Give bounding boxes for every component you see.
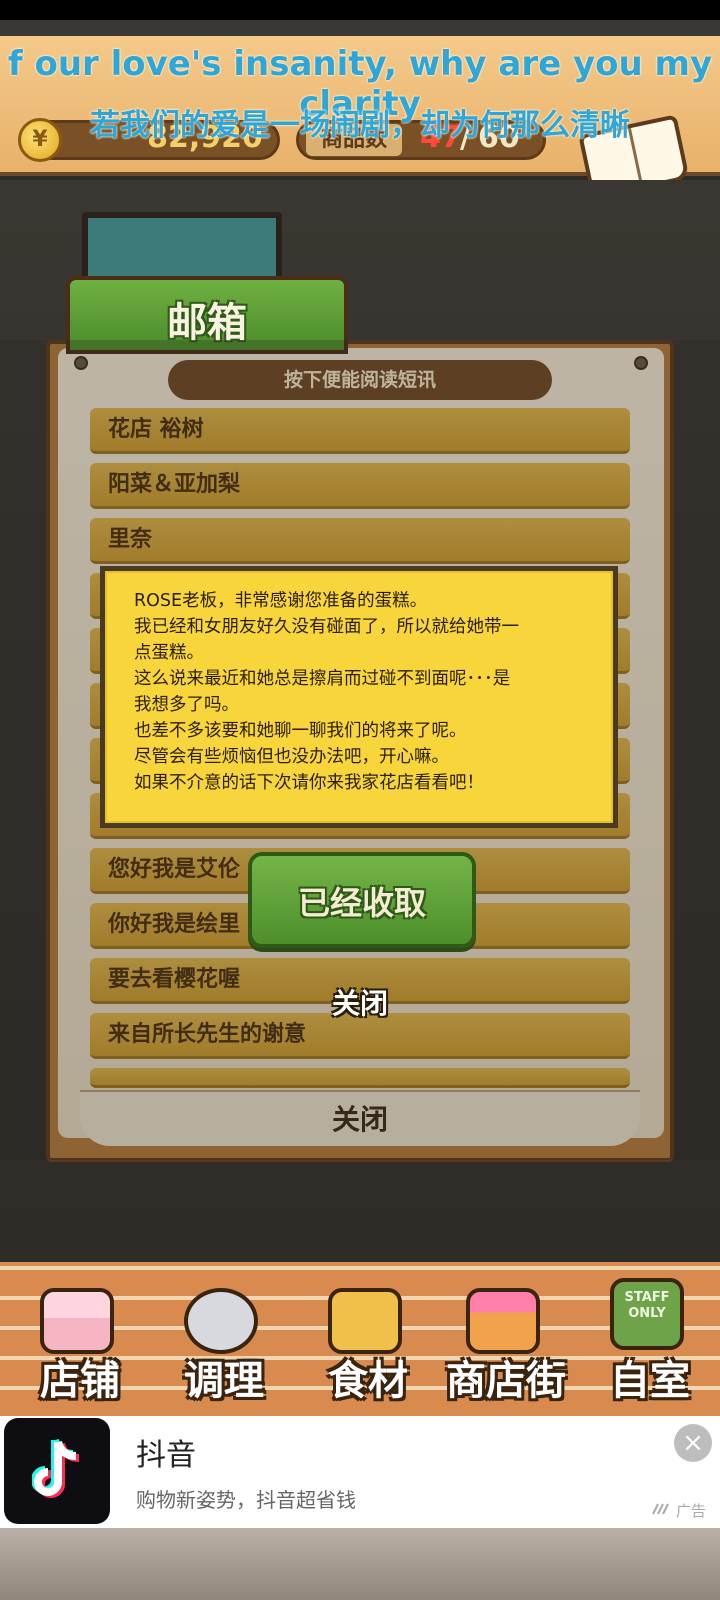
status-bar bbox=[0, 0, 720, 20]
ad-network-icon bbox=[652, 1503, 669, 1515]
ad-title[interactable]: 抖音 bbox=[136, 1430, 196, 1474]
ad-mark: 广告 bbox=[676, 1502, 707, 1520]
status-strip bbox=[0, 20, 720, 36]
message-line: 点蛋糕。 bbox=[134, 643, 204, 663]
staff-only-sign-text: STAFF ONLY bbox=[624, 1290, 670, 1321]
nav-my-room-label: 自室 bbox=[610, 1358, 690, 1404]
ad-subtitle[interactable]: 购物新姿势，抖音超省钱 bbox=[136, 1484, 356, 1513]
nav-ingredients-label: 食材 bbox=[328, 1358, 408, 1404]
message-line: ROSE老板，非常感谢您准备的蛋糕。 bbox=[134, 591, 428, 611]
nav-shopping-street-label: 商店街 bbox=[446, 1358, 566, 1404]
message-text: ROSE老板，非常感谢您准备的蛋糕。 我已经和女朋友好久没有碰面了，所以就给她带… bbox=[134, 588, 606, 796]
message-line: 尽管会有些烦恼但也没办法吧，开心嘛。 bbox=[134, 747, 449, 767]
received-button-label: 已经收取 bbox=[297, 884, 426, 922]
ad-close-icon[interactable]: × bbox=[674, 1424, 712, 1462]
nav-ingredients[interactable]: 食材 bbox=[298, 1268, 438, 1412]
nav-my-room[interactable]: STAFF ONLY 自室 bbox=[580, 1268, 720, 1412]
tiktok-note-icon bbox=[32, 1438, 80, 1498]
mixing-bowl-icon bbox=[184, 1288, 258, 1354]
storefront-icon bbox=[466, 1288, 540, 1354]
nav-cook[interactable]: 调理 bbox=[154, 1268, 294, 1412]
nav-cook-label: 调理 bbox=[184, 1358, 264, 1404]
popup-close-button[interactable]: 关闭 bbox=[300, 982, 420, 1022]
message-line: 也差不多该要和她聊一聊我们的将来了呢。 bbox=[134, 721, 467, 741]
message-line: 我想多了吗。 bbox=[134, 695, 239, 715]
message-line: 如果不介意的话下次请你来我家花店看看吧！ bbox=[134, 773, 484, 793]
cake-icon bbox=[40, 1288, 114, 1354]
message-line: 我已经和女朋友好久没有碰面了，所以就给她带一 bbox=[134, 617, 519, 637]
nav-shopping-street[interactable]: 商店街 bbox=[426, 1268, 586, 1412]
bottom-floor bbox=[0, 1528, 720, 1600]
lyric-chinese: 若我们的爱是一场闹剧，却为何那么清晰 bbox=[90, 108, 630, 143]
ingredient-bag-icon bbox=[328, 1288, 402, 1354]
message-line: 这么说来最近和她总是擦肩而过碰不到面呢･･･是 bbox=[134, 669, 511, 689]
nav-shop-label: 店铺 bbox=[40, 1358, 120, 1404]
nav-shop[interactable]: 店铺 bbox=[10, 1268, 150, 1412]
tiktok-icon[interactable] bbox=[4, 1418, 110, 1524]
